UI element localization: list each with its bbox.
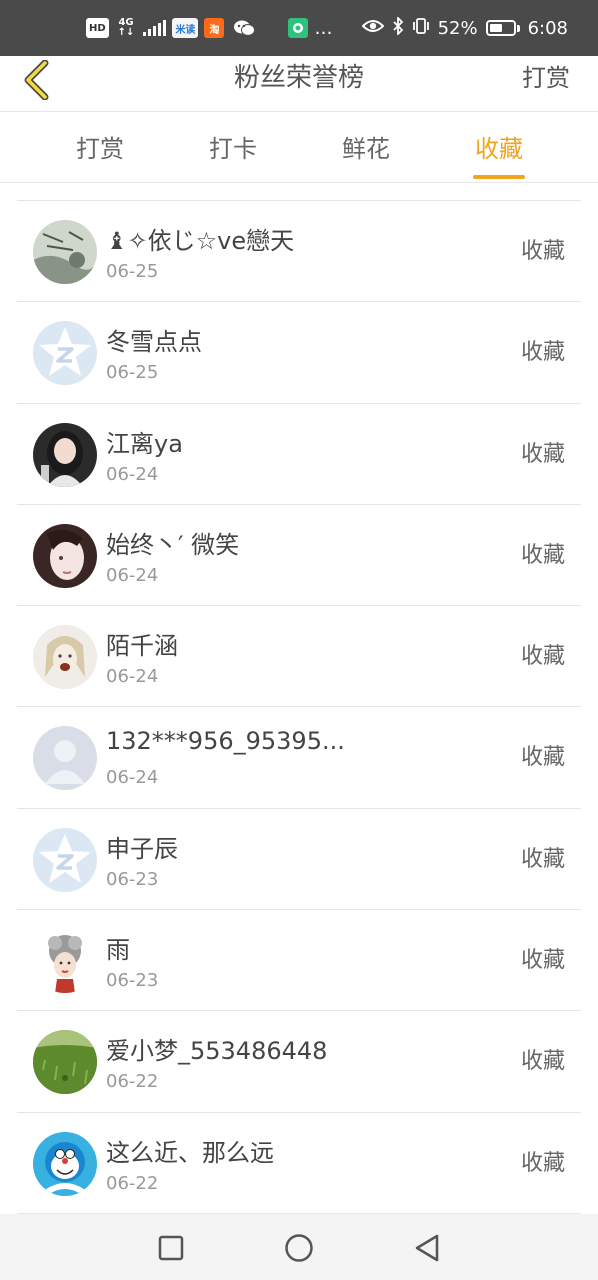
game-icon <box>288 18 309 38</box>
item-date: 06-22 <box>106 1071 159 1093</box>
user-name: 爱小梦_553486448 <box>106 1037 328 1066</box>
list-item[interactable]: 江离ya 06-24 收藏 <box>17 404 581 505</box>
qq-default-avatar-icon <box>33 321 97 386</box>
wechat-icon <box>230 18 258 38</box>
taobao-icon: 淘 <box>204 18 225 38</box>
bluetooth-icon <box>392 15 404 40</box>
avatar <box>33 220 97 284</box>
battery-percent: 52% <box>437 17 478 39</box>
tab-flowers[interactable]: 鲜花 <box>316 113 416 183</box>
recent-apps-button[interactable] <box>154 1231 188 1265</box>
user-name: ♝✧依じ☆ve戀天 <box>106 227 295 255</box>
avatar <box>33 422 97 487</box>
list-item[interactable]: 132***956_95395... 06-24 收藏 <box>17 707 581 809</box>
status-left-icons: HD 4G ↑↓ 米读 淘 … <box>86 0 333 56</box>
status-right-icons: 52% 6:08 <box>361 0 568 56</box>
avatar <box>33 625 97 690</box>
list-item[interactable]: 爱小梦_553486448 06-22 收藏 <box>17 1011 581 1113</box>
list-item[interactable]: 始终丶′ 微笑 06-24 收藏 <box>17 505 581 607</box>
recent-apps-icon <box>158 1235 184 1261</box>
network-icon: 4G ↑↓ <box>117 17 135 38</box>
avatar <box>33 1131 97 1196</box>
user-name: 始终丶′ 微笑 <box>106 530 240 559</box>
user-name: 申子辰 <box>106 834 178 863</box>
item-date: 06-23 <box>106 970 159 992</box>
app-header: 粉丝荣誉榜 打赏 <box>0 56 598 112</box>
item-action-label: 收藏 <box>520 441 565 467</box>
default-user-avatar-icon <box>33 726 97 791</box>
page-title: 粉丝荣誉榜 <box>233 63 364 93</box>
list-item[interactable]: 申子辰 06-23 收藏 <box>17 809 581 911</box>
item-action-label: 收藏 <box>520 542 565 568</box>
item-action-label: 收藏 <box>520 1049 565 1075</box>
fan-list: ♝✧依じ☆ve戀天 06-25 收藏 冬雪点点 06-25 收藏 江离ya 06… <box>17 200 581 1214</box>
tab-bar: 打赏 打卡 鲜花 收藏 <box>0 113 598 183</box>
item-date: 06-24 <box>106 564 159 586</box>
user-name: 冬雪点点 <box>106 328 202 357</box>
item-action-label: 收藏 <box>520 644 565 670</box>
item-action-label: 收藏 <box>520 846 565 872</box>
eye-icon <box>361 18 384 39</box>
item-action-label: 收藏 <box>520 340 565 366</box>
back-nav-button[interactable] <box>410 1231 444 1265</box>
home-icon <box>285 1234 313 1262</box>
avatar <box>33 523 97 588</box>
hd-icon: HD <box>86 18 109 38</box>
signal-icon <box>143 20 167 36</box>
list-item[interactable]: 这么近、那么远 06-22 收藏 <box>17 1113 581 1214</box>
user-name: 江离ya <box>106 429 183 458</box>
list-item[interactable]: 冬雪点点 06-25 收藏 <box>17 302 581 404</box>
tab-checkin[interactable]: 打卡 <box>183 113 283 183</box>
user-name: 这么近、那么远 <box>106 1138 274 1167</box>
list-item[interactable]: 雨 06-23 收藏 <box>17 910 581 1012</box>
tab-reward[interactable]: 打赏 <box>50 113 150 183</box>
list-item[interactable]: ♝✧依じ☆ve戀天 06-25 收藏 <box>17 201 581 303</box>
vibrate-icon <box>412 17 430 40</box>
item-action-label: 收藏 <box>520 948 565 974</box>
app-icon: 米读 <box>172 18 199 38</box>
tab-favorites[interactable]: 收藏 <box>449 113 549 183</box>
reward-button[interactable]: 打赏 <box>522 56 570 100</box>
home-button[interactable] <box>282 1231 316 1265</box>
item-date: 06-25 <box>106 362 159 384</box>
item-action-label: 收藏 <box>520 239 565 264</box>
avatar <box>33 929 97 994</box>
list-item[interactable]: 陌千涵 06-24 收藏 <box>17 606 581 708</box>
item-date: 06-23 <box>106 868 159 890</box>
back-icon <box>415 1234 439 1262</box>
item-date: 06-22 <box>106 1172 159 1194</box>
qq-default-avatar-icon <box>33 827 97 892</box>
more-notifications: … <box>314 17 334 39</box>
battery-icon <box>485 20 520 36</box>
item-date: 06-24 <box>106 767 159 789</box>
item-action-label: 收藏 <box>520 745 565 771</box>
user-name: 雨 <box>106 936 130 965</box>
system-nav-bar <box>0 1214 598 1280</box>
user-name: 132***956_95395... <box>106 727 345 756</box>
item-date: 06-24 <box>106 666 159 688</box>
clock: 6:08 <box>527 17 568 39</box>
item-action-label: 收藏 <box>520 1150 565 1176</box>
user-name: 陌千涵 <box>106 632 178 661</box>
tab-active-indicator <box>473 175 525 179</box>
item-date: 06-25 <box>106 261 159 282</box>
status-bar: HD 4G ↑↓ 米读 淘 … 52% 6:08 <box>0 0 598 56</box>
item-date: 06-24 <box>106 463 159 485</box>
avatar <box>33 1030 97 1095</box>
